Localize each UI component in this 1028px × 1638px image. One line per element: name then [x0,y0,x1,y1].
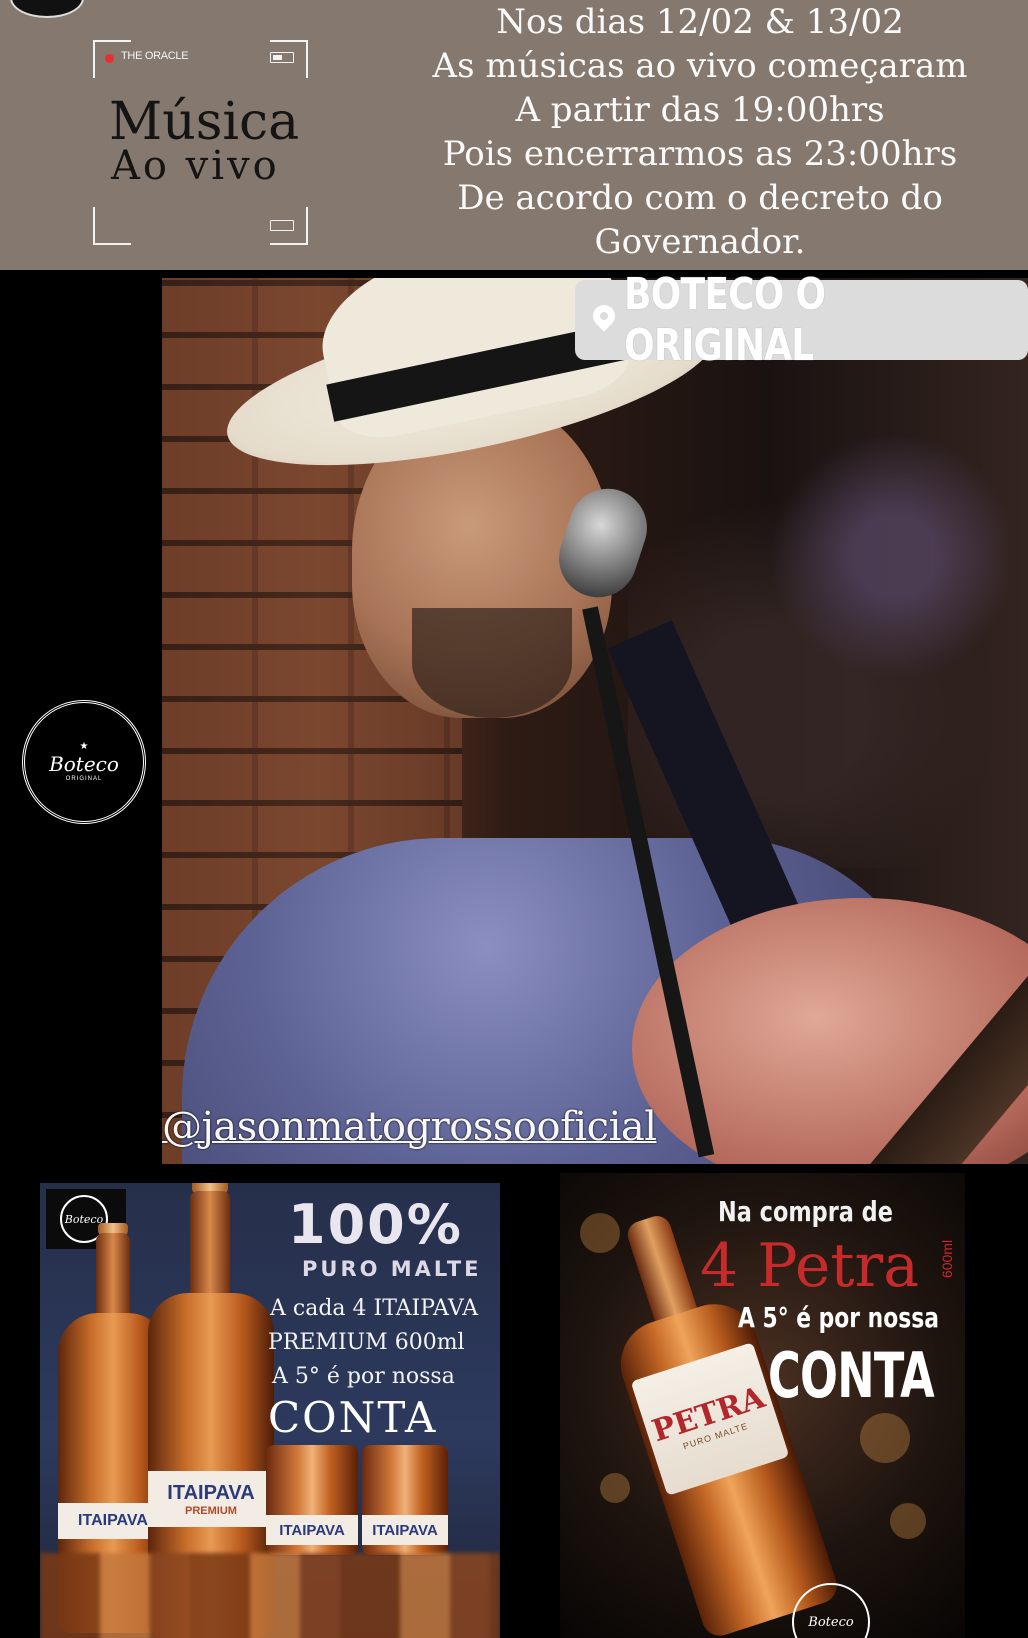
singer-photo [162,278,1028,1164]
promo-line: PREMIUM 600ml [268,1330,465,1355]
promo-line: A 5° é por nossa [272,1364,455,1389]
event-notice: Nos dias 12/02 & 13/02 As músicas ao viv… [420,0,980,264]
location-label: BOTECO O ORIGINAL [624,269,826,371]
promo-conta: CONTA [268,1393,438,1442]
music-title: Música [109,92,300,152]
bottle-label: ITAIPAVA PREMIUM [148,1471,274,1527]
bottle-neck [96,1233,130,1323]
petra-promo: PETRA PURO MALTE Na compra de 4 Petra 60… [560,1173,965,1638]
promo-headline: 100% [288,1193,463,1256]
bokeh-light [600,1473,630,1503]
petra-volume: 600ml [939,1239,956,1279]
camera-frame: THE ORACLE Música Ao vivo [93,40,308,245]
logo-script: Boteco [49,752,119,776]
notice-line: Governador. [594,222,806,262]
bokeh-light [860,1413,910,1463]
mention-handle[interactable]: @jasonmatogrossooficial [162,1104,657,1150]
itaipava-promo: Boteco ITAIPAVA ITAIPAVA PREMIUM ITAIPAV… [40,1183,500,1638]
can-label: ITAIPAVA [362,1515,448,1545]
record-dot-icon [105,54,114,63]
promo-line: A cada 4 ITAIPAVA [270,1296,479,1321]
bottle-neck [190,1191,230,1301]
bottle-label-name: ITAIPAVA [167,1481,255,1504]
notice-line: As músicas ao vivo começaram [432,46,968,86]
itaipava-can: ITAIPAVA [362,1445,448,1555]
bokeh-light [890,1503,926,1539]
petra-headline: 4 Petra [700,1231,919,1301]
frame-brand: THE ORACLE [121,50,189,62]
petra-line2: A 5° é por nossa [738,1301,939,1334]
itaipava-can: ITAIPAVA [266,1445,358,1555]
singer-beard [412,608,572,718]
profile-logo-icon [10,0,84,18]
logo-script: Boteco [64,1212,104,1226]
location-sticker[interactable]: BOTECO O ORIGINAL [575,269,1028,371]
star-icon: ★ [79,741,89,752]
battery-icon [270,52,294,63]
blurred-cans [40,1553,500,1638]
frame-corner [93,207,131,245]
top-banner: THE ORACLE Música Ao vivo Nos dias 12/02… [0,0,1028,270]
can-label: ITAIPAVA [266,1515,358,1545]
notice-line: A partir das 19:00hrs [515,90,885,130]
music-subtitle: Ao vivo [111,143,280,189]
cassette-icon [270,220,294,231]
promo-subheadline: PURO MALTE [302,1257,482,1281]
bottle-label-premium: PREMIUM [185,1504,237,1517]
petra-line1: Na compra de [718,1195,893,1228]
petra-conta: CONTA [768,1339,935,1412]
notice-line: Pois encerrarmos as 23:00hrs [442,134,958,174]
logo-script: Boteco [808,1614,854,1630]
location-pin-icon [593,305,610,335]
notice-line: Nos dias 12/02 & 13/02 [496,2,904,42]
notice-line: De acordo com o decreto do [457,178,943,218]
boteco-logo: ★ Boteco ORIGINAL [22,700,146,824]
logo-small-text: ORIGINAL [65,776,103,782]
